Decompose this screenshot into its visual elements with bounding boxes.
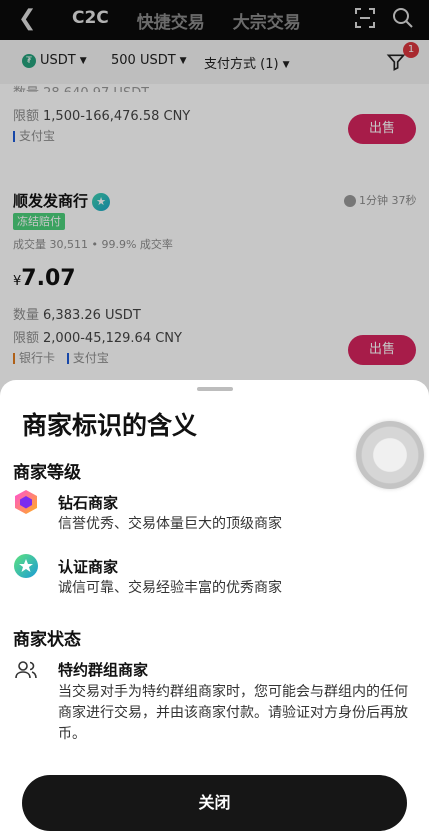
item-desc-diamond: 信誉优秀、交易体量巨大的顶级商家	[58, 516, 282, 532]
floating-assistive-button[interactable]	[356, 421, 424, 489]
sheet-drag-handle[interactable]	[197, 387, 233, 391]
item-desc-verified: 诚信可靠、交易经验丰富的优秀商家	[58, 580, 282, 596]
close-button[interactable]: 关闭	[22, 775, 407, 831]
sheet-title: 商家标识的含义	[22, 411, 198, 440]
section-merchant-level: 商家等级	[13, 463, 81, 483]
verified-star-icon	[14, 554, 38, 578]
group-users-icon	[15, 661, 37, 679]
section-merchant-status: 商家状态	[13, 630, 81, 650]
item-title-diamond: 钻石商家	[58, 494, 119, 512]
item-title-group: 特约群组商家	[58, 661, 149, 679]
item-title-verified: 认证商家	[58, 558, 119, 576]
diamond-icon	[15, 490, 37, 514]
item-desc-group: 当交易对手为特约群组商家时，您可能会与群组内的任何商家进行交易，并由该商家付款。…	[58, 684, 408, 742]
